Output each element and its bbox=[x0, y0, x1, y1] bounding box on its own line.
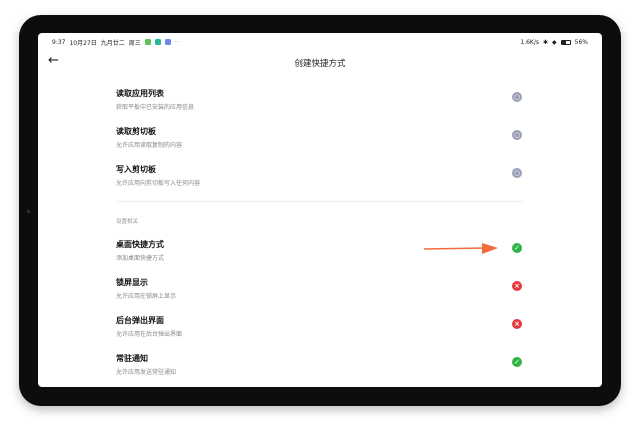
status-lunar: 九月廿二 bbox=[100, 39, 125, 47]
more-notifications: ··· bbox=[174, 38, 181, 46]
check-icon[interactable]: ✓ bbox=[512, 357, 522, 367]
permission-title: 锁屏显示 bbox=[116, 278, 148, 287]
neutral-status-icon[interactable]: ○ bbox=[512, 92, 522, 102]
cross-icon[interactable]: × bbox=[512, 319, 522, 329]
permission-title: 写入剪切板 bbox=[116, 165, 156, 174]
neutral-status-icon[interactable]: ○ bbox=[512, 130, 522, 140]
notification-icon bbox=[164, 39, 171, 45]
notification-icon bbox=[144, 39, 151, 45]
camera bbox=[27, 210, 30, 213]
permission-title: 后台弹出界面 bbox=[116, 316, 164, 325]
permission-subtitle: 允许应用向剪切板写入任何内容 bbox=[116, 180, 201, 187]
status-bar: 9:37 10月27日 九月廿二 周三 ··· 1.6K/s ✱ ◆ 56% bbox=[52, 37, 588, 47]
permission-title: 常驻通知 bbox=[116, 354, 148, 363]
page-title: 创建快捷方式 bbox=[294, 59, 346, 69]
bluetooth-icon: ✱ bbox=[543, 38, 549, 46]
permission-row[interactable]: 写入剪切板允许应用向剪切板写入任何内容 bbox=[116, 164, 524, 187]
cross-icon[interactable]: × bbox=[512, 281, 522, 291]
permission-row[interactable]: 读取应用列表获取平板中已安装的应用信息 bbox=[116, 88, 524, 111]
status-weekday: 周三 bbox=[128, 39, 141, 47]
battery-percent: 56% bbox=[574, 38, 588, 46]
permission-subtitle: 允许应用在锁屏上显示 bbox=[116, 293, 177, 300]
permission-row[interactable]: 读取剪切板允许应用读取复制的内容 bbox=[116, 126, 524, 149]
screen: 9:37 10月27日 九月廿二 周三 ··· 1.6K/s ✱ ◆ 56% ←… bbox=[38, 33, 602, 387]
annotation-arrow-icon bbox=[424, 243, 498, 254]
notification-icon bbox=[154, 39, 161, 45]
permission-subtitle: 获取平板中已安装的应用信息 bbox=[116, 104, 195, 111]
permission-subtitle: 允许应用在后台弹出界面 bbox=[116, 331, 183, 338]
status-time: 9:37 bbox=[52, 38, 66, 46]
check-icon[interactable]: ✓ bbox=[512, 243, 522, 253]
status-date: 10月27日 bbox=[69, 39, 97, 47]
divider bbox=[116, 201, 524, 202]
permission-title: 读取剪切板 bbox=[116, 127, 156, 136]
permission-row[interactable]: 后台弹出界面允许应用在后台弹出界面 bbox=[116, 315, 524, 338]
permission-subtitle: 允许应用读取复制的内容 bbox=[116, 142, 183, 149]
permission-title: 读取应用列表 bbox=[116, 89, 164, 98]
battery-icon bbox=[560, 39, 571, 45]
permission-subtitle: 允许应用发送常驻通知 bbox=[116, 369, 177, 376]
section-label: 设置相关 bbox=[116, 219, 139, 225]
network-speed: 1.6K/s bbox=[520, 38, 539, 46]
neutral-status-icon[interactable]: ○ bbox=[512, 168, 522, 178]
wifi-icon: ◆ bbox=[552, 38, 557, 46]
permission-row[interactable]: 锁屏显示允许应用在锁屏上显示 bbox=[116, 277, 524, 300]
permission-row[interactable]: 常驻通知允许应用发送常驻通知 bbox=[116, 353, 524, 376]
